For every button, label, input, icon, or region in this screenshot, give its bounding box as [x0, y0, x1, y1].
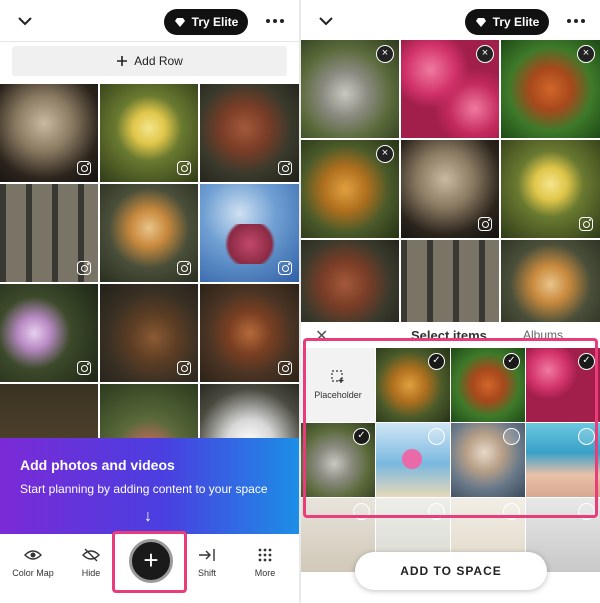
color-map-label: Color Map: [12, 568, 54, 578]
instagram-icon: [278, 161, 292, 175]
hide-button[interactable]: Hide: [66, 546, 116, 578]
hide-label: Hide: [81, 568, 101, 578]
top-bar: Try Elite: [0, 0, 299, 42]
instagram-icon: [77, 261, 91, 275]
photo-daffodil[interactable]: [100, 84, 198, 182]
blossom-shape: [220, 224, 280, 264]
promo-banner: Add photos and videos Start planning by …: [0, 438, 299, 534]
instagram-icon: [77, 361, 91, 375]
more-button[interactable]: More: [240, 546, 290, 578]
shift-button[interactable]: Shift: [182, 546, 232, 578]
plus-icon: [117, 56, 128, 66]
photo-dahlias[interactable]: ×: [401, 40, 499, 138]
photo-tiger-walking[interactable]: ×: [301, 140, 399, 238]
remove-icon[interactable]: ×: [376, 45, 394, 63]
more-options-icon[interactable]: [567, 14, 585, 28]
add-row-button[interactable]: Add Row: [12, 46, 287, 76]
photo-orangutan[interactable]: [200, 284, 299, 382]
photo-raccoon-cage[interactable]: [0, 184, 98, 282]
remove-icon[interactable]: ×: [476, 45, 494, 63]
photo-squirrel[interactable]: ×: [501, 40, 600, 138]
photo-pink-flower[interactable]: [0, 284, 98, 382]
right-screen: Try Elite × × × × ✕ Select items Albums …: [301, 0, 600, 603]
instagram-icon: [478, 217, 492, 231]
chevron-down-icon[interactable]: [16, 12, 34, 30]
arrow-down-icon: ↓: [144, 508, 152, 525]
try-elite-button[interactable]: Try Elite: [465, 9, 549, 35]
instagram-icon: [579, 217, 593, 231]
photo-daffodil[interactable]: [501, 140, 600, 238]
photo-snow-leopard[interactable]: [0, 84, 98, 182]
photo-red-panda[interactable]: [200, 84, 299, 182]
color-map-button[interactable]: Color Map: [8, 546, 58, 578]
instagram-icon: [177, 261, 191, 275]
more-options-icon[interactable]: [266, 14, 284, 28]
grid-dots-icon: [258, 548, 272, 562]
shift-label: Shift: [197, 568, 216, 578]
add-row-label: Add Row: [134, 54, 183, 68]
instagram-icon: [278, 361, 292, 375]
instagram-icon: [177, 161, 191, 175]
eye-off-icon: [82, 548, 100, 562]
left-screen: Try Elite Add Row Add photos and videos …: [0, 0, 299, 603]
selection-highlight: [303, 338, 598, 518]
remove-icon[interactable]: ×: [577, 45, 595, 63]
add-content-button[interactable]: +: [129, 539, 173, 583]
photo-koalas[interactable]: ×: [301, 40, 399, 138]
instagram-icon: [177, 361, 191, 375]
instagram-icon: [278, 261, 292, 275]
photo-grid: [0, 84, 299, 482]
remove-icon[interactable]: ×: [376, 145, 394, 163]
try-elite-button[interactable]: Try Elite: [164, 9, 248, 35]
arrow-right-bar-icon: [199, 549, 215, 561]
instagram-icon: [77, 161, 91, 175]
photo-orangutan-rope[interactable]: [100, 284, 198, 382]
eye-scan-icon: [24, 550, 42, 560]
add-to-space-button[interactable]: ADD TO SPACE: [355, 552, 547, 590]
photo-blossoms[interactable]: [200, 184, 299, 282]
diamond-icon: [174, 17, 185, 27]
photo-snow-leopard[interactable]: [401, 140, 499, 238]
promo-subtitle: Start planning by adding content to your…: [20, 482, 268, 496]
top-bar: Try Elite: [301, 0, 600, 42]
promo-title: Add photos and videos: [20, 457, 175, 473]
screenshot-pair: Try Elite Add Row Add photos and videos …: [0, 0, 600, 603]
more-label: More: [254, 568, 276, 578]
try-elite-label: Try Elite: [191, 15, 239, 29]
photo-tiger[interactable]: [100, 184, 198, 282]
chevron-down-icon[interactable]: [317, 12, 335, 30]
add-content-highlight: +: [112, 531, 187, 593]
diamond-icon: [475, 17, 486, 27]
try-elite-label: Try Elite: [492, 15, 540, 29]
space-grid: × × × ×: [301, 40, 600, 338]
